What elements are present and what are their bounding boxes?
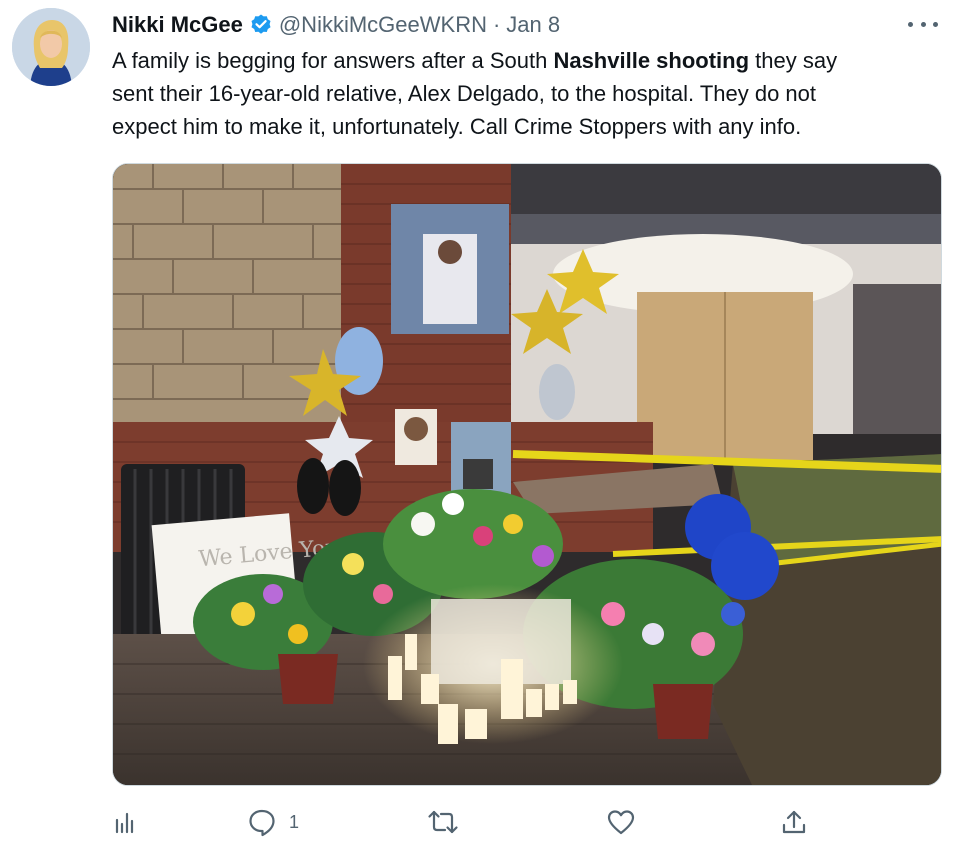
- speech-bubble-icon: [247, 807, 277, 837]
- more-options-icon[interactable]: [908, 12, 938, 36]
- more-dot: [933, 21, 938, 27]
- reply-count: 1: [289, 811, 300, 832]
- tweet-actions: 1: [112, 806, 942, 838]
- tweet-text-line: expect him to make it, unfortunately. Ca…: [112, 114, 802, 139]
- tweet-header: Nikki McGee @NikkiMcGeeWKRN · Jan 8: [112, 10, 560, 40]
- memorial-photo: We Love You: [113, 164, 941, 785]
- tweet-text-line: A family is begging for answers after a …: [112, 44, 942, 77]
- more-dot: [908, 21, 913, 27]
- tweet-photo[interactable]: We Love You: [112, 163, 942, 786]
- header-separator: ·: [492, 12, 501, 37]
- analytics-button[interactable]: [112, 806, 138, 838]
- reply-button[interactable]: 1: [247, 806, 299, 838]
- text-segment: A family is begging for answers after a …: [112, 48, 554, 73]
- avatar[interactable]: [12, 8, 90, 86]
- retweet-button[interactable]: [427, 806, 459, 838]
- bar-chart-icon: [112, 809, 138, 835]
- verified-badge-icon: [249, 13, 273, 37]
- tweet-text: A family is begging for answers after a …: [112, 44, 942, 143]
- like-button[interactable]: [606, 806, 636, 838]
- avatar-photo: [12, 8, 90, 86]
- more-dot: [920, 21, 926, 27]
- tweet: Nikki McGee @NikkiMcGeeWKRN · Jan 8 A fa…: [0, 0, 960, 841]
- display-name[interactable]: Nikki McGee: [112, 12, 243, 38]
- share-button[interactable]: [780, 806, 808, 838]
- share-upload-icon: [780, 808, 808, 836]
- tweet-text-line: sent their 16-year-old relative, Alex De…: [112, 81, 817, 106]
- heart-icon: [606, 808, 636, 836]
- text-segment: they say: [749, 48, 838, 73]
- tweet-date[interactable]: Jan 8: [506, 12, 560, 38]
- retweet-icon: [427, 807, 459, 837]
- hashtag-bold-text: Nashville shooting: [553, 48, 750, 73]
- author-handle[interactable]: @NikkiMcGeeWKRN: [279, 12, 487, 38]
